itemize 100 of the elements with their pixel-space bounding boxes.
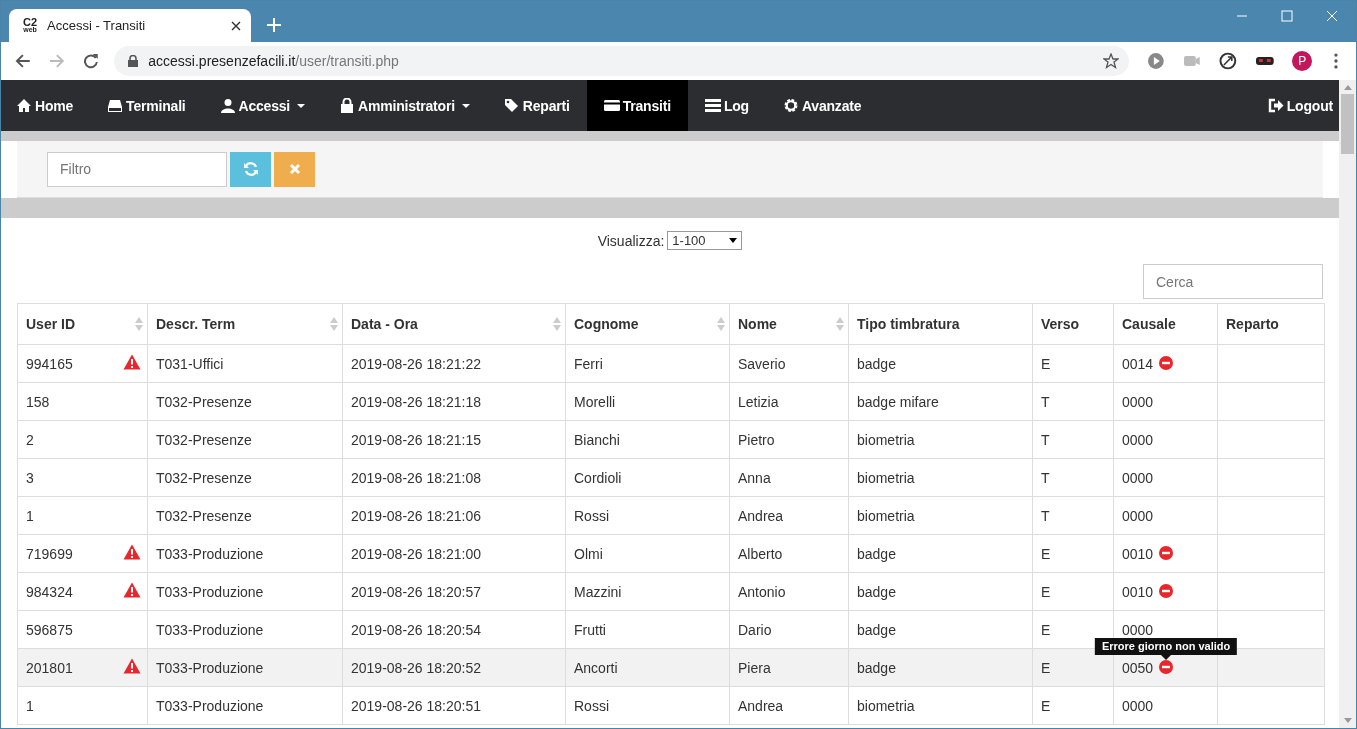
sort-icon[interactable] (717, 317, 725, 331)
lock-icon (128, 55, 139, 67)
nav-link[interactable]: Reparti (486, 80, 587, 131)
column-header[interactable]: Nome (729, 303, 849, 345)
nav-link[interactable]: Terminali (90, 80, 203, 131)
lock-icon (339, 98, 356, 113)
table-cell: 2019-08-26 18:21:06 (351, 507, 481, 524)
table-cell: 2019-08-26 18:21:15 (351, 431, 481, 448)
scroll-up-icon[interactable] (1343, 85, 1352, 90)
profile-avatar[interactable]: P (1292, 51, 1313, 71)
table-cell: Mazzini (574, 583, 622, 600)
column-header[interactable]: Descr. Term (147, 303, 343, 345)
table-cell: T031-Uffici (156, 355, 224, 372)
search-field[interactable]: Cerca (1143, 264, 1323, 299)
table-cell: 1 (26, 697, 34, 714)
table-cell: Anna (738, 469, 771, 486)
table-cell: Rossi (574, 507, 609, 524)
table-cell: Rossi (574, 697, 609, 714)
logout-link[interactable]: Logout (1250, 80, 1339, 131)
error-icon[interactable] (1159, 583, 1174, 598)
close-icon (288, 163, 301, 175)
clear-button[interactable] (274, 151, 315, 187)
table-cell: badge (857, 659, 896, 676)
table-cell: Pietro (738, 431, 775, 448)
table-cell: T032-Presenze (156, 393, 252, 410)
table-cell: 2019-08-26 18:20:52 (351, 659, 481, 676)
table-cell: T (1041, 507, 1050, 524)
error-icon[interactable] (1159, 545, 1174, 560)
column-header: Causale (1113, 303, 1218, 345)
table-cell: 2019-08-26 18:20:57 (351, 583, 481, 600)
table-cell: biometria (857, 507, 915, 524)
refresh-icon (242, 161, 259, 177)
address-bar[interactable]: accessi.presenzefacili.it/user/transiti.php (114, 46, 1130, 76)
nav-link[interactable]: Avanzate (765, 80, 879, 131)
table-cell: Antonio (738, 583, 786, 600)
table-cell: Morelli (574, 393, 616, 410)
maximize-icon[interactable] (1281, 9, 1293, 22)
table-cell: Bianchi (574, 431, 620, 448)
table-cell: badge mifare (857, 393, 939, 410)
table-cell: 719699 (26, 545, 73, 562)
table-cell: Ferri (574, 355, 603, 372)
table-cell: Alberto (738, 545, 783, 562)
scroll-thumb[interactable] (1341, 94, 1354, 154)
table-cell: 0014 (1122, 355, 1154, 372)
column-header[interactable]: Data - Ora (342, 303, 566, 345)
dropdown-arrow-icon (729, 238, 738, 243)
error-icon[interactable] (1159, 659, 1174, 674)
close-tab-icon[interactable] (231, 20, 241, 31)
table-cell: Frutti (574, 621, 606, 638)
table-cell: 0010 (1122, 583, 1154, 600)
sort-icon[interactable] (553, 317, 561, 331)
menu-icon[interactable] (1334, 53, 1338, 69)
table-cell: Ancorti (574, 659, 618, 676)
nav-link[interactable]: Home (1, 80, 91, 131)
sort-icon[interactable] (330, 317, 338, 331)
nav-link[interactable]: Log (687, 80, 766, 131)
column-header[interactable]: Cognome (565, 303, 730, 345)
user-icon (219, 98, 236, 113)
column-header[interactable]: User ID (17, 303, 148, 345)
scroll-down-icon[interactable] (1343, 718, 1352, 723)
table-cell: 0000 (1122, 469, 1154, 486)
table-cell: badge (857, 545, 896, 562)
sort-icon[interactable] (135, 317, 143, 331)
table-cell: E (1041, 355, 1051, 372)
reload-icon[interactable] (82, 53, 99, 69)
table-cell: badge (857, 355, 896, 372)
table-cell: badge (857, 621, 896, 638)
table-cell: 2019-08-26 18:21:08 (351, 469, 481, 486)
page-size-select[interactable]: 1-100 (667, 231, 743, 250)
extension-icon[interactable] (1218, 52, 1237, 70)
new-tab-icon[interactable] (267, 18, 281, 32)
table-cell: 0050 (1122, 659, 1154, 676)
table-cell: 201801 (26, 659, 73, 676)
table-cell: Cordioli (574, 469, 622, 486)
nav-link[interactable]: Transiti (586, 80, 688, 131)
table-cell: 0000 (1122, 507, 1154, 524)
table-cell: Letizia (738, 393, 779, 410)
table-cell: T032-Presenze (156, 507, 252, 524)
nav-link[interactable]: Amministratori (322, 80, 487, 131)
refresh-button[interactable] (230, 151, 271, 187)
sort-icon[interactable] (836, 317, 844, 331)
table-cell: E (1041, 545, 1051, 562)
close-icon[interactable] (1326, 9, 1338, 22)
scrollbar[interactable] (1339, 80, 1356, 728)
back-icon[interactable] (15, 53, 31, 69)
nav-link[interactable]: Accessi (202, 80, 323, 131)
table-cell: T033-Produzione (156, 659, 264, 676)
error-icon[interactable] (1159, 355, 1174, 370)
table-cell: T (1041, 431, 1050, 448)
mask-icon[interactable] (1254, 54, 1275, 68)
star-icon[interactable] (1103, 53, 1120, 69)
forward-icon[interactable] (48, 53, 65, 69)
table-cell: T033-Produzione (156, 621, 264, 638)
table-cell: T032-Presenze (156, 469, 252, 486)
filter-field[interactable]: Filtro (47, 151, 227, 187)
table-cell: 1 (26, 507, 34, 524)
table-cell: biometria (857, 469, 915, 486)
column-header: Tipo timbratura (848, 303, 1033, 345)
table-cell: 3 (26, 469, 34, 486)
drive-icon (107, 98, 124, 113)
